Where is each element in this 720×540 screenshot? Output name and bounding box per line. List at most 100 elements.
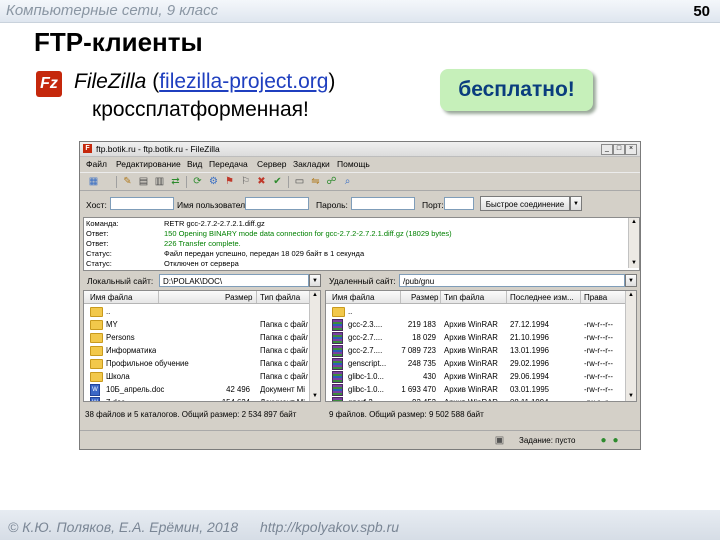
- project-link[interactable]: filezilla-project.org: [159, 70, 328, 93]
- scroll-up-arrow[interactable]: ▲: [626, 291, 636, 300]
- host-label: Хост:: [86, 200, 107, 210]
- remote-scrollbar[interactable]: ▲ ▼: [625, 291, 636, 401]
- queue-toggle-icon[interactable]: ⇄: [170, 176, 181, 187]
- scroll-down-arrow[interactable]: ▼: [310, 392, 320, 401]
- file-modified: 21.10.1996: [510, 333, 550, 342]
- filter-icon[interactable]: ▭: [294, 176, 305, 187]
- site-url[interactable]: http://kpolyakov.spb.ru: [260, 519, 399, 535]
- remote-path-dropdown[interactable]: ▼: [625, 274, 637, 287]
- queue-tasks: Задание: пусто: [519, 436, 576, 445]
- refresh-icon[interactable]: ⟳: [192, 176, 203, 187]
- folder-icon: [332, 307, 345, 317]
- log-text: RETR gcc-2.7.2-2.7.2.1.diff.gz: [164, 219, 265, 228]
- close-button[interactable]: ×: [625, 144, 637, 155]
- site-manager-icon[interactable]: ▦: [88, 176, 99, 187]
- minimize-button[interactable]: _: [601, 144, 613, 155]
- file-name: Информатика: [106, 346, 157, 355]
- menu-server[interactable]: Сервер: [257, 159, 286, 169]
- port-input[interactable]: [444, 197, 474, 210]
- file-size: 42 496: [226, 385, 250, 394]
- scroll-down-arrow[interactable]: ▼: [629, 259, 639, 268]
- cancel-icon[interactable]: ⚑: [224, 176, 235, 187]
- local-file-row[interactable]: W 7.doc 154 624 Документ Mi: [84, 396, 320, 401]
- file-size: 248 735: [407, 359, 436, 368]
- file-name: ..: [106, 307, 111, 316]
- toolbar-separator: [288, 176, 289, 188]
- scroll-up-arrow[interactable]: ▲: [629, 218, 639, 227]
- local-file-row[interactable]: Информатика Папка с файл: [84, 344, 320, 357]
- local-path-dropdown[interactable]: ▼: [309, 274, 321, 287]
- reconnect-icon[interactable]: ✔: [272, 176, 283, 187]
- app-name: FileZilla: [74, 70, 147, 93]
- local-file-row[interactable]: MY Папка с файл: [84, 318, 320, 331]
- folder-icon: [90, 372, 103, 382]
- sync-browse-icon[interactable]: ☍: [326, 176, 337, 187]
- menu-bookmarks[interactable]: Закладки: [293, 159, 330, 169]
- remote-file-row[interactable]: gcc-2.7.... 18 029 Архив WinRAR 21.10.1996 -…: [326, 331, 636, 344]
- file-name: Профильное обучение: [106, 359, 189, 368]
- log-entry: Ответ: 226 Transfer complete.: [86, 239, 241, 248]
- file-type: Папка с файл: [260, 346, 308, 355]
- queue-lock-icon: ▣: [494, 435, 505, 446]
- local-scrollbar[interactable]: ▲ ▼: [309, 291, 320, 401]
- menu-view[interactable]: Вид: [187, 159, 202, 169]
- col-name[interactable]: Имя файла: [90, 293, 132, 302]
- compare-icon[interactable]: ⇋: [310, 176, 321, 187]
- col-size[interactable]: Размер: [411, 293, 439, 302]
- quickconnect-button[interactable]: Быстрое соединение: [480, 196, 570, 211]
- scroll-down-arrow[interactable]: ▼: [626, 392, 636, 401]
- file-name: glibc-1.0...: [348, 372, 384, 381]
- col-modified[interactable]: Последнее изм...: [510, 293, 574, 302]
- disconnect-icon[interactable]: ✖: [256, 176, 267, 187]
- local-file-row[interactable]: Профильное обучение Папка с файл: [84, 357, 320, 370]
- file-name: gcc-2.3....: [348, 320, 383, 329]
- menu-help[interactable]: Помощь: [337, 159, 370, 169]
- rar-archive-icon: [332, 358, 343, 370]
- host-input[interactable]: [110, 197, 174, 210]
- file-type: Документ Mi: [260, 398, 308, 401]
- search-icon[interactable]: ⌕: [342, 176, 353, 187]
- log-scrollbar[interactable]: ▲ ▼: [628, 218, 639, 268]
- col-permissions[interactable]: Права: [584, 293, 607, 302]
- file-type: Папка с файл: [260, 320, 308, 329]
- local-file-row[interactable]: Persons Папка с файл: [84, 331, 320, 344]
- log-toggle-icon[interactable]: ✎: [122, 176, 133, 187]
- remote-path-input[interactable]: /pub/gnu: [399, 274, 625, 287]
- filezilla-logo-icon: Fz: [36, 71, 62, 97]
- local-path-input[interactable]: D:\POLAK\DOC\: [159, 274, 309, 287]
- remote-file-row[interactable]: gcc-2.3.... 219 183 Архив WinRAR 27.12.1994…: [326, 318, 636, 331]
- remote-file-row[interactable]: ..: [326, 305, 636, 318]
- remote-file-row[interactable]: glibc-1.0... 430 Архив WinRAR 29.06.1994 -rw…: [326, 370, 636, 383]
- local-file-row[interactable]: ..: [84, 305, 320, 318]
- scroll-up-arrow[interactable]: ▲: [310, 291, 320, 300]
- remote-file-row[interactable]: glibc-1.0... 1 693 470 Архив WinRAR 03.01.1…: [326, 383, 636, 396]
- tree-toggle-icon[interactable]: ▤: [138, 176, 149, 187]
- user-input[interactable]: [245, 197, 309, 210]
- file-size: 430: [422, 372, 436, 381]
- file-type: Папка с файл: [260, 372, 308, 381]
- col-size[interactable]: Размер: [225, 293, 253, 302]
- col-type[interactable]: Тип файла: [260, 293, 300, 302]
- file-name: gcc-2.7....: [348, 333, 383, 342]
- password-label: Пароль:: [316, 200, 348, 210]
- stop-icon[interactable]: ⚐: [240, 176, 251, 187]
- col-name[interactable]: Имя файла: [332, 293, 374, 302]
- menu-edit[interactable]: Редактирование: [116, 159, 181, 169]
- maximize-button[interactable]: □: [613, 144, 625, 155]
- menu-transfer[interactable]: Передача: [209, 159, 248, 169]
- col-type[interactable]: Тип файла: [444, 293, 484, 302]
- remote-tree-icon[interactable]: ▥: [154, 176, 165, 187]
- local-file-row[interactable]: W 10Б_апрель.doc 42 496 Документ Mi: [84, 383, 320, 396]
- remote-file-row[interactable]: gperf-2.... 92 452 Архив WinRAR 08.11.1994 -…: [326, 396, 636, 401]
- menu-file[interactable]: Файл: [86, 159, 107, 169]
- local-file-row[interactable]: Школа Папка с файл: [84, 370, 320, 383]
- file-size: 7 089 723: [401, 346, 436, 355]
- remote-file-row[interactable]: gcc-2.7.... 7 089 723 Архив WinRAR 13.01.19…: [326, 344, 636, 357]
- folder-icon: [90, 320, 103, 330]
- password-input[interactable]: [351, 197, 415, 210]
- remote-list-header: Имя файла Размер Тип файла Последнее изм…: [326, 291, 636, 304]
- remote-file-row[interactable]: genscript... 248 735 Архив WinRAR 29.02.199…: [326, 357, 636, 370]
- process-queue-icon[interactable]: ⚙: [208, 176, 219, 187]
- quickconnect-dropdown[interactable]: ▼: [570, 196, 582, 211]
- file-permissions: -rw-r--r--: [584, 398, 613, 401]
